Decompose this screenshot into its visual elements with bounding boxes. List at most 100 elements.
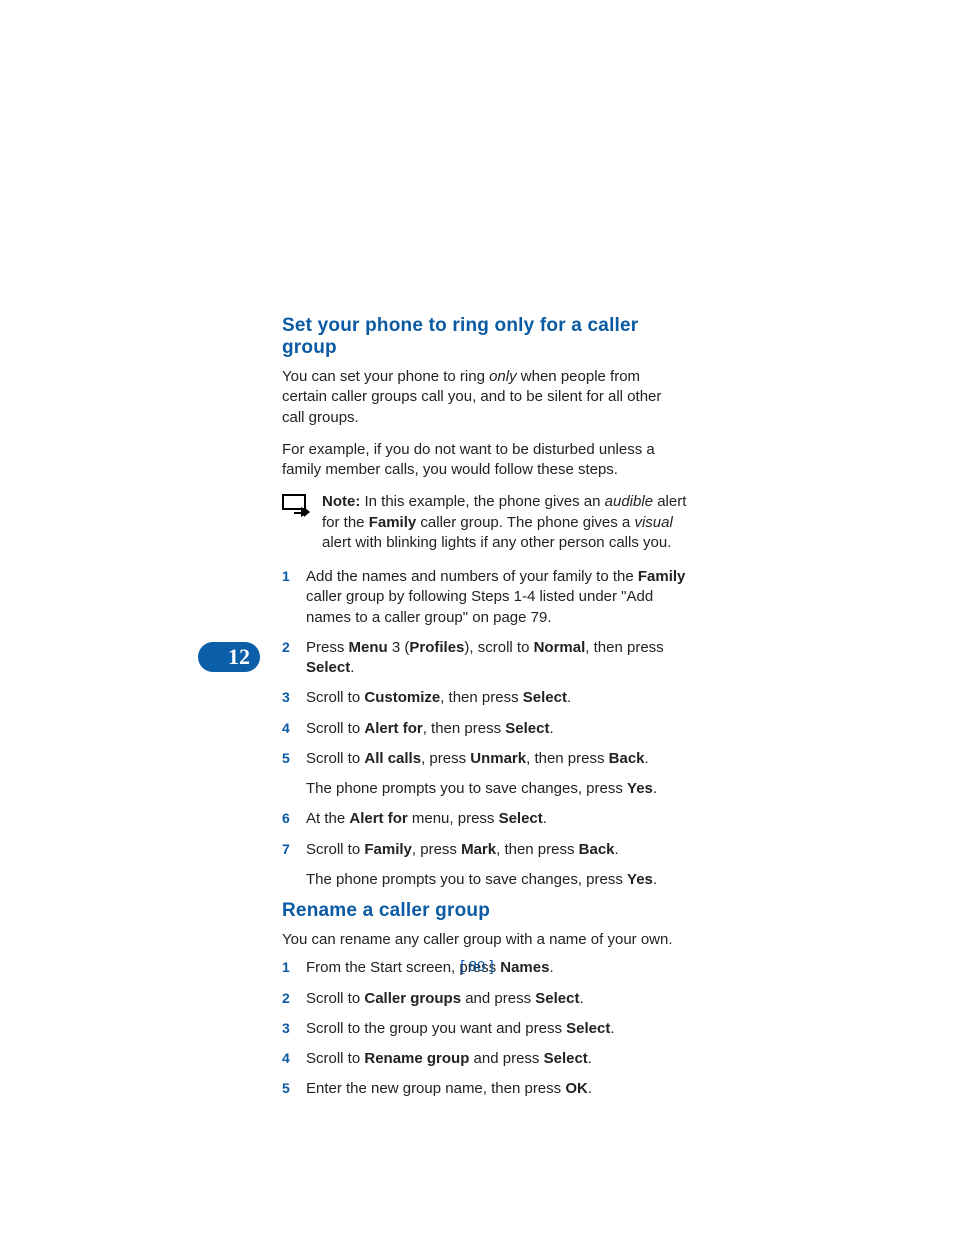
step-2: 2 Press Menu 3 (Profiles), scroll to Nor… bbox=[282, 638, 687, 679]
step-3: 3 Scroll to Customize, then press Select… bbox=[282, 688, 687, 708]
note-label: Note: bbox=[322, 493, 360, 510]
step-number: 5 bbox=[282, 1079, 302, 1098]
text: . bbox=[588, 1080, 592, 1097]
text-bold: Back bbox=[609, 750, 645, 767]
text: . bbox=[567, 689, 571, 706]
rename-intro: You can rename any caller group with a n… bbox=[282, 930, 687, 950]
text-bold: Unmark bbox=[470, 750, 526, 767]
text: You can set your phone to ring bbox=[282, 368, 489, 385]
text: caller group. The phone gives a bbox=[416, 514, 634, 531]
step-5-sub: The phone prompts you to save changes, p… bbox=[306, 779, 687, 799]
step-number: 4 bbox=[282, 719, 302, 738]
step-number: 2 bbox=[282, 638, 302, 657]
text-bold: Menu bbox=[349, 639, 388, 656]
text-bold: Select bbox=[544, 1050, 588, 1067]
text: The phone prompts you to save changes, p… bbox=[306, 780, 627, 797]
chapter-number: 12 bbox=[228, 644, 250, 670]
text: and press bbox=[461, 990, 535, 1007]
step-text: Add the names and numbers of your family… bbox=[306, 567, 687, 628]
step-number: 2 bbox=[282, 989, 302, 1008]
text-bold: Rename group bbox=[364, 1050, 469, 1067]
step-text: Scroll to All calls, press Unmark, then … bbox=[306, 749, 687, 769]
text: . bbox=[615, 841, 619, 858]
text-bold: Select bbox=[535, 990, 579, 1007]
text-bold: Mark bbox=[461, 841, 496, 858]
text: Scroll to bbox=[306, 841, 364, 858]
text: . bbox=[549, 720, 553, 737]
text: and press bbox=[469, 1050, 543, 1067]
step-number: 6 bbox=[282, 809, 302, 828]
step-5: 5 Scroll to All calls, press Unmark, the… bbox=[282, 749, 687, 769]
text: , then press bbox=[526, 750, 609, 767]
text: Scroll to bbox=[306, 689, 364, 706]
text: . bbox=[579, 990, 583, 1007]
step-text: Scroll to Rename group and press Select. bbox=[306, 1049, 687, 1069]
steps-list-1: 1 Add the names and numbers of your fami… bbox=[282, 567, 687, 890]
step-6: 6 At the Alert for menu, press Select. bbox=[282, 809, 687, 829]
step-1: 1 Add the names and numbers of your fami… bbox=[282, 567, 687, 628]
note-block: Note: In this example, the phone gives a… bbox=[282, 492, 687, 553]
text: . bbox=[543, 810, 547, 827]
step-text: Press Menu 3 (Profiles), scroll to Norma… bbox=[306, 638, 687, 679]
text-bold: Select bbox=[505, 720, 549, 737]
page-number: [ 80 ] bbox=[0, 958, 954, 975]
text: . bbox=[350, 659, 354, 676]
text: . bbox=[645, 750, 649, 767]
text-bold: Profiles bbox=[409, 639, 464, 656]
step-text: At the Alert for menu, press Select. bbox=[306, 809, 687, 829]
text: In this example, the phone gives an bbox=[360, 493, 604, 510]
text: . bbox=[610, 1020, 614, 1037]
step-number: 7 bbox=[282, 840, 302, 859]
note-icon bbox=[282, 494, 316, 522]
step-number: 5 bbox=[282, 749, 302, 768]
text-bold: Yes bbox=[627, 871, 653, 888]
text: , then press bbox=[440, 689, 523, 706]
text: . bbox=[653, 780, 657, 797]
step-text: Scroll to Family, press Mark, then press… bbox=[306, 840, 687, 860]
step-r5: 5 Enter the new group name, then press O… bbox=[282, 1079, 687, 1099]
text: Scroll to bbox=[306, 750, 364, 767]
text-bold: Alert for bbox=[349, 810, 407, 827]
text-bold: Select bbox=[523, 689, 567, 706]
text: , press bbox=[412, 841, 461, 858]
text: caller group by following Steps 1-4 list… bbox=[306, 588, 653, 625]
step-7: 7 Scroll to Family, press Mark, then pre… bbox=[282, 840, 687, 860]
text-bold: Customize bbox=[364, 689, 440, 706]
text: Enter the new group name, then press bbox=[306, 1080, 565, 1097]
intro-paragraph-1: You can set your phone to ring only when… bbox=[282, 367, 687, 428]
text-italic: only bbox=[489, 368, 517, 385]
text: Scroll to bbox=[306, 1050, 364, 1067]
page-content: Set your phone to ring only for a caller… bbox=[282, 315, 687, 1110]
text-bold: OK bbox=[565, 1080, 588, 1097]
step-7-sub: The phone prompts you to save changes, p… bbox=[306, 870, 687, 890]
text: At the bbox=[306, 810, 349, 827]
steps-list-2: 1 From the Start screen, press Names. 2 … bbox=[282, 958, 687, 1099]
step-text: Scroll to Caller groups and press Select… bbox=[306, 989, 687, 1009]
chapter-tab: 12 bbox=[198, 642, 260, 672]
text: 3 ( bbox=[388, 639, 410, 656]
text-bold: Family bbox=[638, 568, 686, 585]
text: menu, press bbox=[408, 810, 499, 827]
text-italic: visual bbox=[634, 514, 672, 531]
text-bold: Select bbox=[499, 810, 543, 827]
text: Press bbox=[306, 639, 349, 656]
text-bold: Family bbox=[364, 841, 412, 858]
text: , then press bbox=[585, 639, 663, 656]
step-number: 3 bbox=[282, 1019, 302, 1038]
text-bold: Caller groups bbox=[364, 990, 461, 1007]
text: Scroll to the group you want and press bbox=[306, 1020, 566, 1037]
step-r4: 4 Scroll to Rename group and press Selec… bbox=[282, 1049, 687, 1069]
text-bold: Normal bbox=[534, 639, 586, 656]
step-text: Scroll to the group you want and press S… bbox=[306, 1019, 687, 1039]
section-rename: Rename a caller group You can rename any… bbox=[282, 900, 687, 1100]
text-bold: All calls bbox=[364, 750, 421, 767]
text: ), scroll to bbox=[464, 639, 533, 656]
text-bold: Yes bbox=[627, 780, 653, 797]
text-italic: audible bbox=[605, 493, 653, 510]
step-text: Enter the new group name, then press OK. bbox=[306, 1079, 687, 1099]
step-text: Scroll to Alert for, then press Select. bbox=[306, 719, 687, 739]
text-bold: Select bbox=[566, 1020, 610, 1037]
text-bold: Select bbox=[306, 659, 350, 676]
text-bold: Back bbox=[579, 841, 615, 858]
section-title-ring-caller-group: Set your phone to ring only for a caller… bbox=[282, 315, 687, 359]
